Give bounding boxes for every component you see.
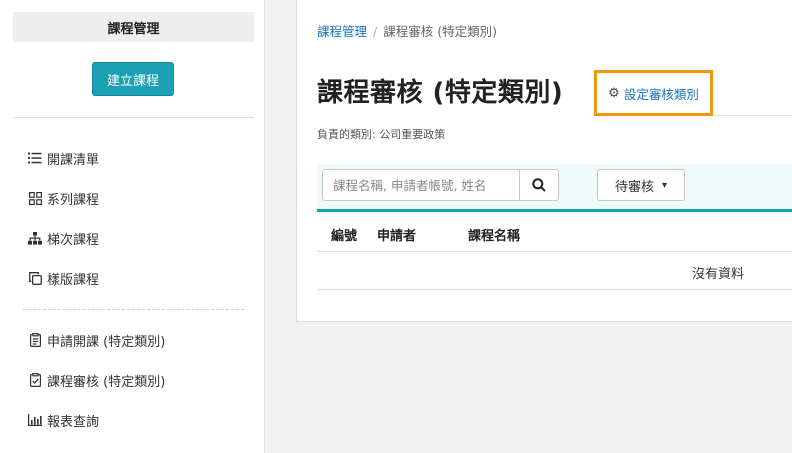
set-review-category-link[interactable]: ⚙ 設定審核類別: [594, 70, 713, 116]
main-panel: 課程管理 / 課程審核 (特定類別) 課程審核 (特定類別) ⚙ 設定審核類別 負責…: [296, 0, 792, 322]
search-input[interactable]: [322, 169, 520, 201]
sidebar-item-apply-course[interactable]: 申請開課 (特定類別): [28, 329, 165, 351]
sidebar-item-reports[interactable]: 報表查詢: [28, 409, 99, 431]
sidebar-divider: [13, 117, 254, 118]
breadcrumb-link-course-management[interactable]: 課程管理: [317, 24, 367, 39]
responsible-category-text: 負責的類別: 公司重要政策: [317, 128, 446, 141]
page-title: 課程審核 (特定類別): [317, 78, 564, 108]
filter-bar: 待審核 ▾: [317, 164, 792, 212]
sidebar: 課程管理 建立課程 開課清單 系列課程 梯次課程 樣版課程 申請開課 (特定類別…: [0, 0, 265, 453]
copy-icon: [28, 271, 42, 285]
breadcrumb-current: 課程審核 (特定類別): [383, 24, 497, 39]
search-icon: [532, 178, 546, 192]
sidebar-item-label: 系列課程: [47, 192, 100, 208]
gear-icon: ⚙: [608, 85, 620, 101]
sidebar-item-course-list[interactable]: 開課清單: [28, 147, 99, 169]
set-review-category-label: 設定審核類別: [623, 86, 699, 102]
create-course-button[interactable]: 建立課程: [92, 62, 174, 96]
grid-icon: [28, 191, 42, 205]
clipboard-check-icon: [28, 373, 42, 387]
table-header: 編號 申請者 課程名稱: [317, 214, 792, 252]
clipboard-list-icon: [28, 333, 42, 347]
sidebar-item-label: 報表查詢: [47, 414, 100, 430]
table-empty-row: 沒有資料: [317, 252, 792, 290]
sidebar-item-course-review[interactable]: 課程審核 (特定類別): [28, 369, 165, 391]
sidebar-item-label: 樣版課程: [47, 272, 100, 288]
sidebar-item-label: 課程審核 (特定類別): [47, 374, 166, 390]
sidebar-item-label: 開課清單: [47, 152, 100, 168]
column-header-course-name: 課程名稱: [468, 229, 521, 244]
breadcrumb: 課程管理 / 課程審核 (特定類別): [317, 21, 497, 40]
column-header-id: 編號: [331, 229, 358, 244]
sidebar-item-label: 梯次課程: [47, 232, 100, 248]
sitemap-icon: [28, 231, 42, 245]
sidebar-header: 課程管理: [13, 12, 254, 42]
breadcrumb-separator: /: [373, 24, 378, 39]
sidebar-item-label: 申請開課 (特定類別): [47, 334, 166, 350]
status-select-value: 待審核: [614, 179, 654, 195]
sidebar-item-template-course[interactable]: 樣版課程: [28, 267, 99, 289]
list-icon: [28, 151, 42, 165]
chevron-down-icon: ▾: [661, 179, 668, 191]
column-header-applicant: 申請者: [377, 229, 417, 244]
empty-message: 沒有資料: [692, 267, 745, 282]
title-divider: [713, 115, 792, 116]
search-button[interactable]: [520, 169, 559, 201]
bar-chart-icon: [28, 413, 42, 427]
sidebar-item-batch-course[interactable]: 梯次課程: [28, 227, 99, 249]
status-select[interactable]: 待審核 ▾: [597, 169, 685, 201]
sidebar-item-series-course[interactable]: 系列課程: [28, 187, 99, 209]
sidebar-divider: [23, 309, 244, 310]
